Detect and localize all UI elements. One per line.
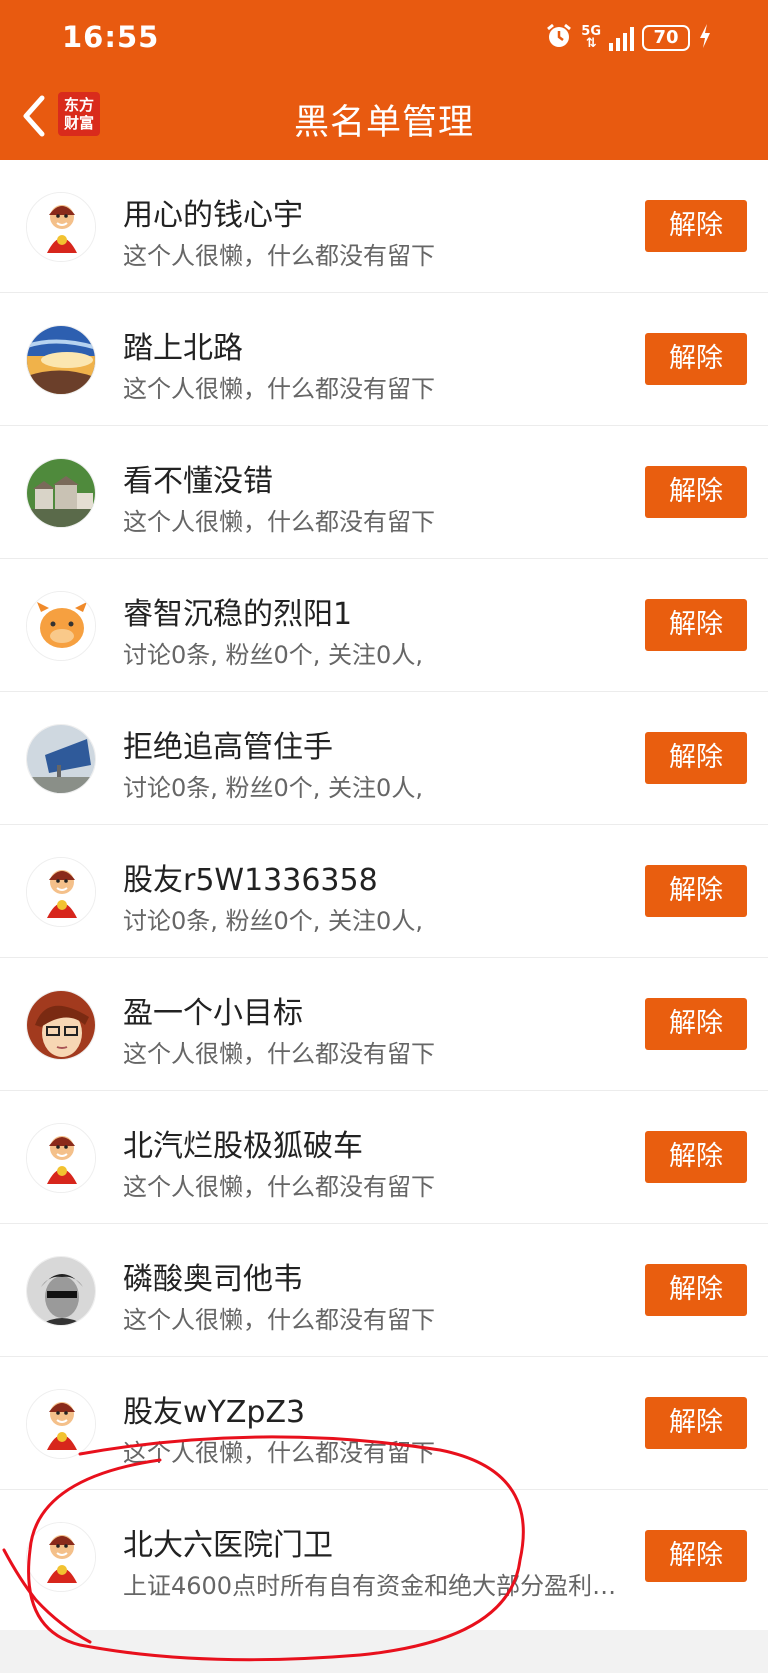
avatar[interactable] [26,857,96,927]
page-title: 黑名单管理 [293,103,474,143]
user-name: 磷酸奥司他韦 [123,1262,303,1297]
list-item: 睿智沉稳的烈阳1 讨论0条, 粉丝0个, 关注0人, 解除 [0,559,768,692]
network-label: 5G ⇅ [581,24,601,51]
user-name: 用心的钱心宇 [123,198,303,233]
user-description: 讨论0条, 粉丝0个, 关注0人, [123,641,423,669]
user-description: 上证4600点时所有自有资金和绝大部分盈利全部撤出 [123,1572,628,1600]
charging-icon [698,23,712,53]
status-icons: 5G ⇅ 70 [545,20,712,56]
user-name: 踏上北路 [123,331,243,366]
unblock-button[interactable]: 解除 [645,865,747,917]
avatar[interactable] [26,990,96,1060]
unblock-button[interactable]: 解除 [645,732,747,784]
avatar[interactable] [26,591,96,661]
unblock-button[interactable]: 解除 [645,1397,747,1449]
unblock-button[interactable]: 解除 [645,1264,747,1316]
unblock-button[interactable]: 解除 [645,599,747,651]
user-name: 看不懂没错 [123,464,273,499]
list-item: 用心的钱心宇 这个人很懒，什么都没有留下 解除 [0,160,768,293]
list-item: 股友wYZpZ3 这个人很懒，什么都没有留下 解除 [0,1357,768,1490]
list-item: 北汽烂股极狐破车 这个人很懒，什么都没有留下 解除 [0,1091,768,1224]
unblock-button[interactable]: 解除 [645,998,747,1050]
user-name: 睿智沉稳的烈阳1 [123,597,353,632]
status-bar: 16:55 5G ⇅ 70 [0,0,768,80]
avatar[interactable] [26,325,96,395]
avatar[interactable] [26,1256,96,1326]
user-name: 股友wYZpZ3 [123,1395,306,1430]
list-item: 磷酸奥司他韦 这个人很懒，什么都没有留下 解除 [0,1224,768,1357]
unblock-button[interactable]: 解除 [645,333,747,385]
list-item: 北大六医院门卫 上证4600点时所有自有资金和绝大部分盈利全部撤出 解除 [0,1490,768,1623]
user-description: 讨论0条, 粉丝0个, 关注0人, [123,774,423,802]
user-name: 北大六医院门卫 [123,1528,333,1563]
user-description: 这个人很懒，什么都没有留下 [123,1173,435,1201]
avatar[interactable] [26,458,96,528]
user-description: 这个人很懒，什么都没有留下 [123,375,435,403]
list-item: 股友r5W1336358 讨论0条, 粉丝0个, 关注0人, 解除 [0,825,768,958]
unblock-button[interactable]: 解除 [645,200,747,252]
list-item: 盈一个小目标 这个人很懒，什么都没有留下 解除 [0,958,768,1091]
user-name: 拒绝追高管住手 [123,730,333,765]
battery-icon: 70 [642,25,690,51]
user-name: 盈一个小目标 [123,996,303,1031]
user-description: 这个人很懒，什么都没有留下 [123,242,435,270]
user-name: 股友r5W1336358 [123,863,378,898]
avatar[interactable] [26,724,96,794]
user-description: 这个人很懒，什么都没有留下 [123,508,435,536]
status-time: 16:55 [62,20,160,54]
list-item: 踏上北路 这个人很懒，什么都没有留下 解除 [0,293,768,426]
avatar[interactable] [26,1522,96,1592]
unblock-button[interactable]: 解除 [645,1530,747,1582]
avatar[interactable] [26,1389,96,1459]
user-description: 这个人很懒，什么都没有留下 [123,1439,435,1467]
nav-bar: 东方财富 黑名单管理 [0,80,768,160]
user-description: 这个人很懒，什么都没有留下 [123,1040,435,1068]
list-item: 拒绝追高管住手 讨论0条, 粉丝0个, 关注0人, 解除 [0,692,768,825]
user-name: 北汽烂股极狐破车 [123,1129,363,1164]
signal-icon [609,25,634,51]
battery-level: 70 [653,27,679,48]
list-item: 看不懂没错 这个人很懒，什么都没有留下 解除 [0,426,768,559]
alarm-icon [545,22,573,54]
unblock-button[interactable]: 解除 [645,466,747,518]
avatar[interactable] [26,1123,96,1193]
app-header: 16:55 5G ⇅ 70 东方财富 黑名单管理 [0,0,768,160]
blacklist: 用心的钱心宇 这个人很懒，什么都没有留下 解除 踏上北路 这个人很懒，什么都没有… [0,160,768,1630]
avatar[interactable] [26,192,96,262]
user-description: 这个人很懒，什么都没有留下 [123,1306,435,1334]
user-description: 讨论0条, 粉丝0个, 关注0人, [123,907,423,935]
unblock-button[interactable]: 解除 [645,1131,747,1183]
